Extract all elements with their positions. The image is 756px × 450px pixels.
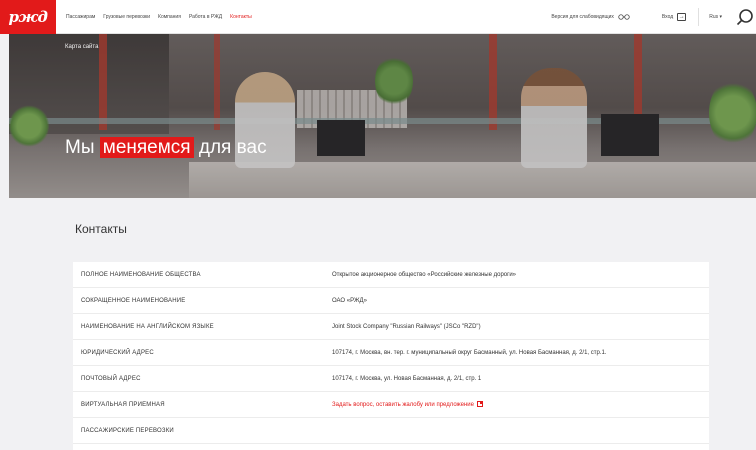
nav-item-freight[interactable]: Грузовые перевозки — [103, 14, 150, 20]
table-row-partial — [73, 444, 709, 450]
main-nav: Пассажирам Грузовые перевозки Компания Р… — [66, 0, 252, 34]
hero-title-highlight: меняемся — [99, 137, 194, 158]
table-row: Пассажирские перевозки — [73, 418, 709, 444]
row-label: Полное наименование общества — [81, 271, 201, 278]
login-label: Вход — [661, 14, 674, 20]
header-tools: Версия для слабовидящих Вход → Rus ▾ — [551, 0, 756, 34]
nav-item-company[interactable]: Компания — [158, 14, 181, 20]
table-row: Юридический адрес 107174, г. Москва, вн.… — [73, 340, 709, 366]
row-value: 107174, г. Москва, ул. Новая Басманная, … — [332, 375, 482, 382]
row-label: Виртуальная приемная — [81, 401, 165, 408]
hero-overlay — [9, 34, 756, 198]
external-link-icon — [476, 401, 483, 407]
table-row: Полное наименование общества Открытое ак… — [73, 262, 709, 288]
row-label: Юридический адрес — [81, 349, 154, 356]
nav-item-contacts[interactable]: Контакты — [230, 14, 252, 20]
search-icon[interactable] — [736, 8, 754, 26]
rzd-logo[interactable]: ржд — [0, 0, 56, 34]
hero-title-prefix: Мы — [65, 137, 100, 158]
row-label: Сокращенное наименование — [81, 297, 186, 304]
hero-title: Мы меняемся для вас — [65, 137, 267, 159]
accessibility-link[interactable]: Версия для слабовидящих — [551, 14, 630, 20]
hero-banner: Карта сайта Мы меняемся для вас — [9, 34, 756, 198]
virtual-reception-link-text: Задать вопрос, оставить жалобу или предл… — [332, 402, 474, 408]
row-value: Joint Stock Company "Russian Railways" (… — [332, 323, 481, 330]
row-value: Открытое акционерное общество «Российски… — [332, 271, 517, 278]
row-label: Наименование на английском языке — [81, 323, 214, 330]
login-icon: → — [677, 13, 687, 21]
table-row: Сокращенное наименование ОАО «РЖД» — [73, 288, 709, 314]
virtual-reception-link[interactable]: Задать вопрос, оставить жалобу или предл… — [332, 401, 483, 408]
table-row: Наименование на английском языке Joint S… — [73, 314, 709, 340]
hero-title-suffix: для вас — [193, 137, 267, 158]
accessibility-label: Версия для слабовидящих — [551, 14, 614, 20]
row-label: Почтовый адрес — [81, 375, 141, 382]
row-label: Пассажирские перевозки — [81, 427, 174, 434]
top-navigation-bar: ржд Пассажирам Грузовые перевозки Компан… — [0, 0, 756, 34]
login-button[interactable]: Вход → — [662, 13, 698, 21]
table-row: Почтовый адрес 107174, г. Москва, ул. Но… — [73, 366, 709, 392]
contacts-table: Полное наименование общества Открытое ак… — [73, 262, 709, 450]
nav-item-careers[interactable]: Работа в РЖД — [189, 14, 222, 20]
sitemap-link[interactable]: Карта сайта — [65, 44, 98, 50]
glasses-icon — [618, 14, 630, 20]
logo-text: ржд — [8, 8, 48, 26]
row-value: 107174, г. Москва, вн. тер. г. муниципал… — [332, 349, 607, 356]
language-selector[interactable]: Rus ▾ — [699, 14, 736, 20]
page-title: Контакты — [75, 222, 127, 236]
nav-item-passengers[interactable]: Пассажирам — [66, 14, 95, 20]
table-row: Виртуальная приемная Задать вопрос, оста… — [73, 392, 709, 418]
row-value: ОАО «РЖД» — [332, 297, 367, 304]
